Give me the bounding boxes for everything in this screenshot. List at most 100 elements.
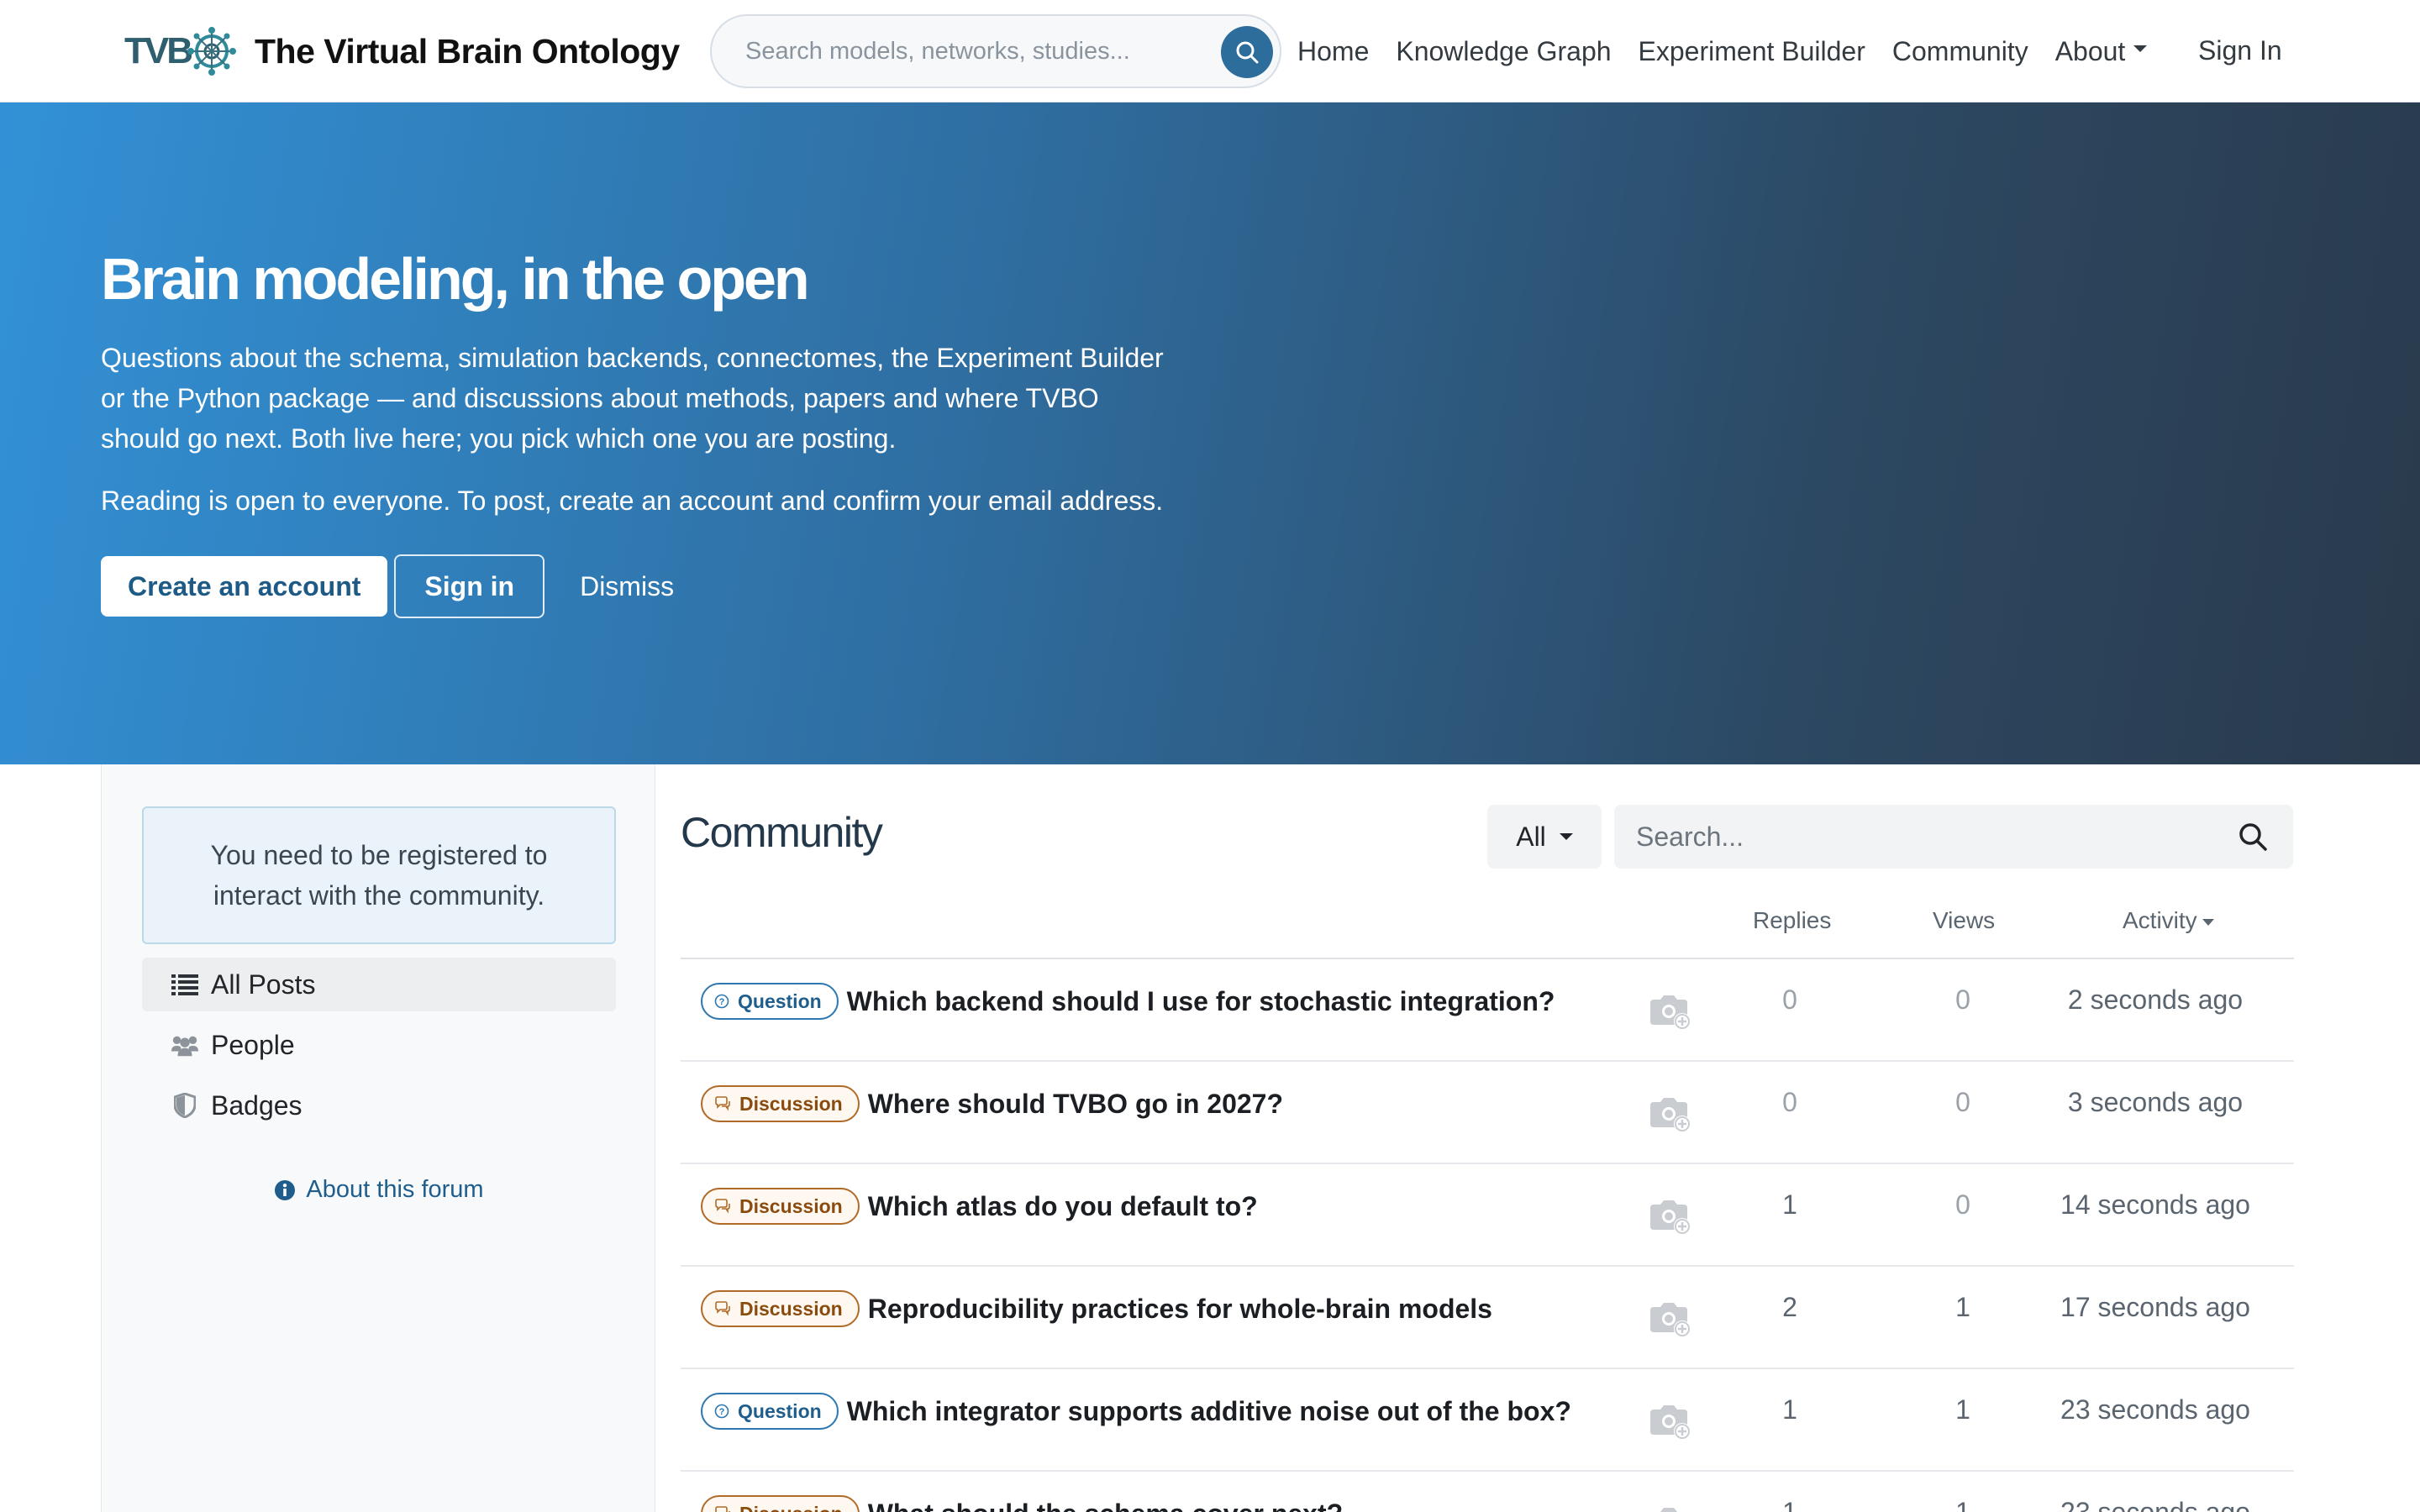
add-photo-icon (1647, 1505, 1692, 1512)
views-count: 0 (1955, 1087, 1970, 1117)
table-row[interactable]: Discussion Reproducibility practices for … (681, 1267, 2294, 1369)
column-activity-label: Activity (2123, 907, 2197, 933)
discussion-badge: Discussion (701, 1188, 860, 1225)
main-nav: Home Knowledge Graph Experiment Builder … (1297, 0, 2174, 102)
people-icon (171, 1031, 199, 1059)
community-sidebar: You need to be registered to interact wi… (101, 764, 655, 1512)
nav-experiment-builder[interactable]: Experiment Builder (1639, 36, 1865, 67)
badge-label: Discussion (739, 1092, 843, 1115)
list-icon (171, 970, 199, 999)
topic-heading: Discussion Where should TVBO go in 2027? (701, 1085, 1283, 1122)
chat-bubbles-icon (714, 1301, 731, 1316)
topic-heading: Discussion What should the schema cover n… (701, 1495, 1343, 1512)
topic-title-link[interactable]: Which backend should I use for stochasti… (847, 986, 1555, 1017)
column-views[interactable]: Views (1933, 907, 1995, 934)
hero-actions: Create an account Sign in Dismiss (101, 554, 674, 618)
replies-count: 1 (1782, 1497, 1797, 1512)
brand-link[interactable]: TVB The Virtual Brain Ontology (124, 24, 680, 79)
column-replies[interactable]: Replies (1753, 907, 1831, 934)
top-navbar: TVB The Virtual Brain Ontology Search mo… (0, 0, 2420, 102)
topic-search-input[interactable] (1636, 818, 2207, 855)
activity-time: 17 seconds ago (2060, 1292, 2250, 1322)
network-logo-icon (187, 27, 236, 76)
chat-bubbles-icon (714, 1199, 731, 1214)
topic-heading: ? Question Which integrator supports addit… (701, 1393, 1571, 1430)
chevron-down-icon (1559, 833, 1573, 840)
question-circle-icon: ? (714, 1404, 729, 1419)
page-title: Community (681, 809, 883, 856)
registration-notice: You need to be registered to interact wi… (142, 806, 616, 944)
replies-count: 0 (1782, 984, 1797, 1015)
site-search-button[interactable] (1221, 26, 1273, 78)
badge-label: Question (738, 990, 822, 1012)
nav-about-label: About (2054, 35, 2126, 66)
discussion-badge: Discussion (701, 1495, 860, 1512)
activity-time: 14 seconds ago (2060, 1189, 2250, 1220)
topic-title-link[interactable]: Which integrator supports additive noise… (847, 1396, 1571, 1427)
topic-list: ? Question Which backend should I use for … (681, 959, 2294, 1512)
nav-knowledge-graph[interactable]: Knowledge Graph (1396, 36, 1611, 67)
hero-note: Reading is open to everyone. To post, cr… (101, 486, 1164, 516)
nav-community[interactable]: Community (1892, 36, 2028, 67)
add-photo-icon (1647, 1095, 1692, 1138)
hero-title: Brain modeling, in the open (101, 246, 810, 312)
sidebar-item-label: All Posts (211, 969, 316, 1000)
add-photo-icon (1647, 1198, 1692, 1241)
activity-time: 3 seconds ago (2067, 1087, 2244, 1117)
about-forum-link[interactable]: About this forum (102, 1176, 656, 1204)
chevron-down-icon (2133, 45, 2148, 52)
dismiss-button[interactable]: Dismiss (580, 571, 674, 602)
about-forum-label: About this forum (306, 1176, 484, 1203)
table-row[interactable]: Discussion Which atlas do you default to?… (681, 1164, 2294, 1267)
sidebar-item-label: People (211, 1029, 295, 1060)
sidebar-item-all-posts[interactable]: All Posts (142, 958, 616, 1011)
hero-sign-in-button[interactable]: Sign in (394, 554, 545, 618)
nav-about-dropdown[interactable]: About (2055, 36, 2148, 67)
table-row[interactable]: Discussion What should the schema cover n… (681, 1472, 2294, 1512)
search-icon (1236, 41, 1259, 64)
site-search (710, 14, 1281, 88)
filter-dropdown[interactable]: All (1487, 805, 1602, 869)
badge-label: Discussion (739, 1194, 843, 1217)
topic-title-link[interactable]: Which atlas do you default to? (868, 1191, 1258, 1222)
question-badge: ? Question (701, 1393, 839, 1430)
add-photo-icon (1647, 1300, 1692, 1343)
nav-sign-in[interactable]: Sign In (2198, 35, 2282, 66)
create-account-button[interactable]: Create an account (101, 556, 388, 617)
topic-table-header: Replies Views Activity (681, 899, 2294, 959)
info-icon (274, 1179, 296, 1201)
site-search-input[interactable] (745, 33, 1199, 70)
replies-count: 2 (1782, 1292, 1797, 1322)
topic-title-link[interactable]: What should the schema cover next? (868, 1499, 1343, 1512)
sidebar-item-badges[interactable]: Badges (142, 1079, 616, 1132)
table-row[interactable]: Discussion Where should TVBO go in 2027? 0… (681, 1062, 2294, 1164)
views-count: 0 (1955, 1189, 1970, 1220)
site-title: The Virtual Brain Ontology (255, 31, 680, 71)
topic-title-link[interactable]: Where should TVBO go in 2027? (868, 1089, 1283, 1120)
chat-bubbles-icon (714, 1506, 731, 1512)
search-icon[interactable] (2238, 822, 2268, 856)
replies-count: 1 (1782, 1394, 1797, 1425)
topic-heading: ? Question Which backend should I use for … (701, 983, 1555, 1020)
activity-time: 23 seconds ago (2060, 1394, 2250, 1425)
table-row[interactable]: ? Question Which integrator supports addit… (681, 1369, 2294, 1472)
column-activity-sort[interactable]: Activity (2123, 907, 2214, 934)
activity-time: 2 seconds ago (2067, 984, 2244, 1015)
hero-banner: Brain modeling, in the open Questions ab… (0, 102, 2420, 764)
nav-home[interactable]: Home (1297, 36, 1369, 67)
discussion-badge: Discussion (701, 1085, 860, 1122)
sidebar-item-people[interactable]: People (142, 1018, 616, 1072)
svg-text:?: ? (719, 1407, 725, 1417)
replies-count: 1 (1782, 1189, 1797, 1220)
add-photo-icon (1647, 1403, 1692, 1446)
views-count: 1 (1955, 1394, 1970, 1425)
sort-caret-icon (2202, 918, 2214, 926)
activity-time: 23 seconds ago (2060, 1497, 2250, 1512)
topic-title-link[interactable]: Reproducibility practices for whole-brai… (868, 1294, 1492, 1325)
shield-icon (171, 1091, 199, 1120)
table-row[interactable]: ? Question Which backend should I use for … (681, 959, 2294, 1062)
add-photo-icon (1647, 993, 1692, 1036)
chat-bubbles-icon (714, 1096, 731, 1111)
badge-label: Discussion (739, 1503, 843, 1512)
views-count: 1 (1955, 1497, 1970, 1512)
